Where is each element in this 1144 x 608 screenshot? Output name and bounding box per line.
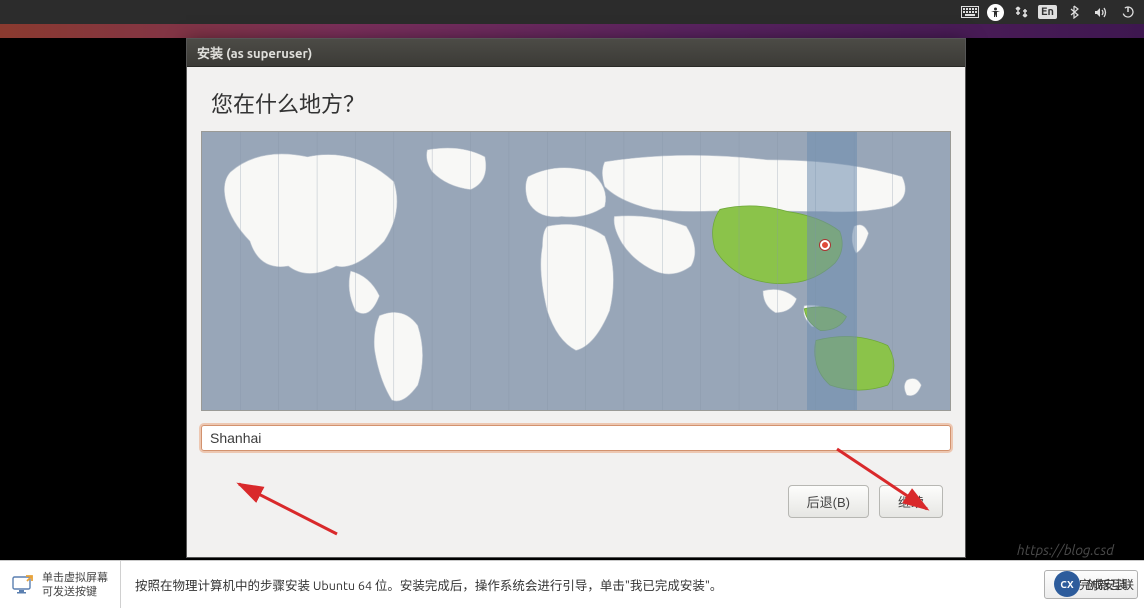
power-icon[interactable] <box>1118 2 1138 22</box>
window-title: 安装 (as superuser) <box>197 43 312 62</box>
bluetooth-icon[interactable] <box>1064 2 1084 22</box>
accessibility-icon[interactable] <box>987 4 1004 21</box>
page-heading: 您在什么地方？ <box>211 87 941 119</box>
desktop-background-strip <box>0 24 1144 38</box>
timezone-input-row <box>187 411 965 455</box>
hint-line-1: 单击虚拟屏幕 <box>42 571 108 585</box>
input-method-badge[interactable]: En <box>1038 5 1057 19</box>
brand-logo: CX 创新互联 <box>1048 560 1140 608</box>
nav-buttons: 后退(B) 继续 <box>187 455 965 518</box>
heading-area: 您在什么地方？ <box>187 67 965 131</box>
volume-icon[interactable] <box>1091 2 1111 22</box>
location-marker <box>820 240 830 250</box>
continue-button[interactable]: 继续 <box>879 485 943 518</box>
brand-icon: CX <box>1054 571 1080 597</box>
hint-text: 单击虚拟屏幕 可发送按键 <box>42 571 108 599</box>
vm-screen: En 安装 (as superuser) 您在什么地方？ <box>0 0 1144 560</box>
vm-host-bottom-bar: 单击虚拟屏幕 可发送按键 按照在物理计算机中的步骤安装 Ubuntu 64 位。… <box>0 560 1144 608</box>
brand-text: 创新互联 <box>1086 576 1134 593</box>
instruction-text: 按照在物理计算机中的步骤安装 Ubuntu 64 位。安装完成后，操作系统会进行… <box>121 575 1044 594</box>
keyboard-icon[interactable] <box>960 2 980 22</box>
network-icon[interactable] <box>1011 2 1031 22</box>
monitor-icon <box>12 575 34 595</box>
timezone-map[interactable] <box>201 131 951 411</box>
hint-block[interactable]: 单击虚拟屏幕 可发送按键 <box>0 561 121 608</box>
back-button[interactable]: 后退(B) <box>788 485 869 518</box>
hint-line-2: 可发送按键 <box>42 585 108 599</box>
installer-window: 安装 (as superuser) 您在什么地方？ <box>186 38 966 558</box>
timezone-input[interactable] <box>201 425 951 451</box>
selected-timezone-band <box>807 132 857 410</box>
gnome-top-bar: En <box>0 0 1144 24</box>
window-titlebar[interactable]: 安装 (as superuser) <box>187 39 965 67</box>
